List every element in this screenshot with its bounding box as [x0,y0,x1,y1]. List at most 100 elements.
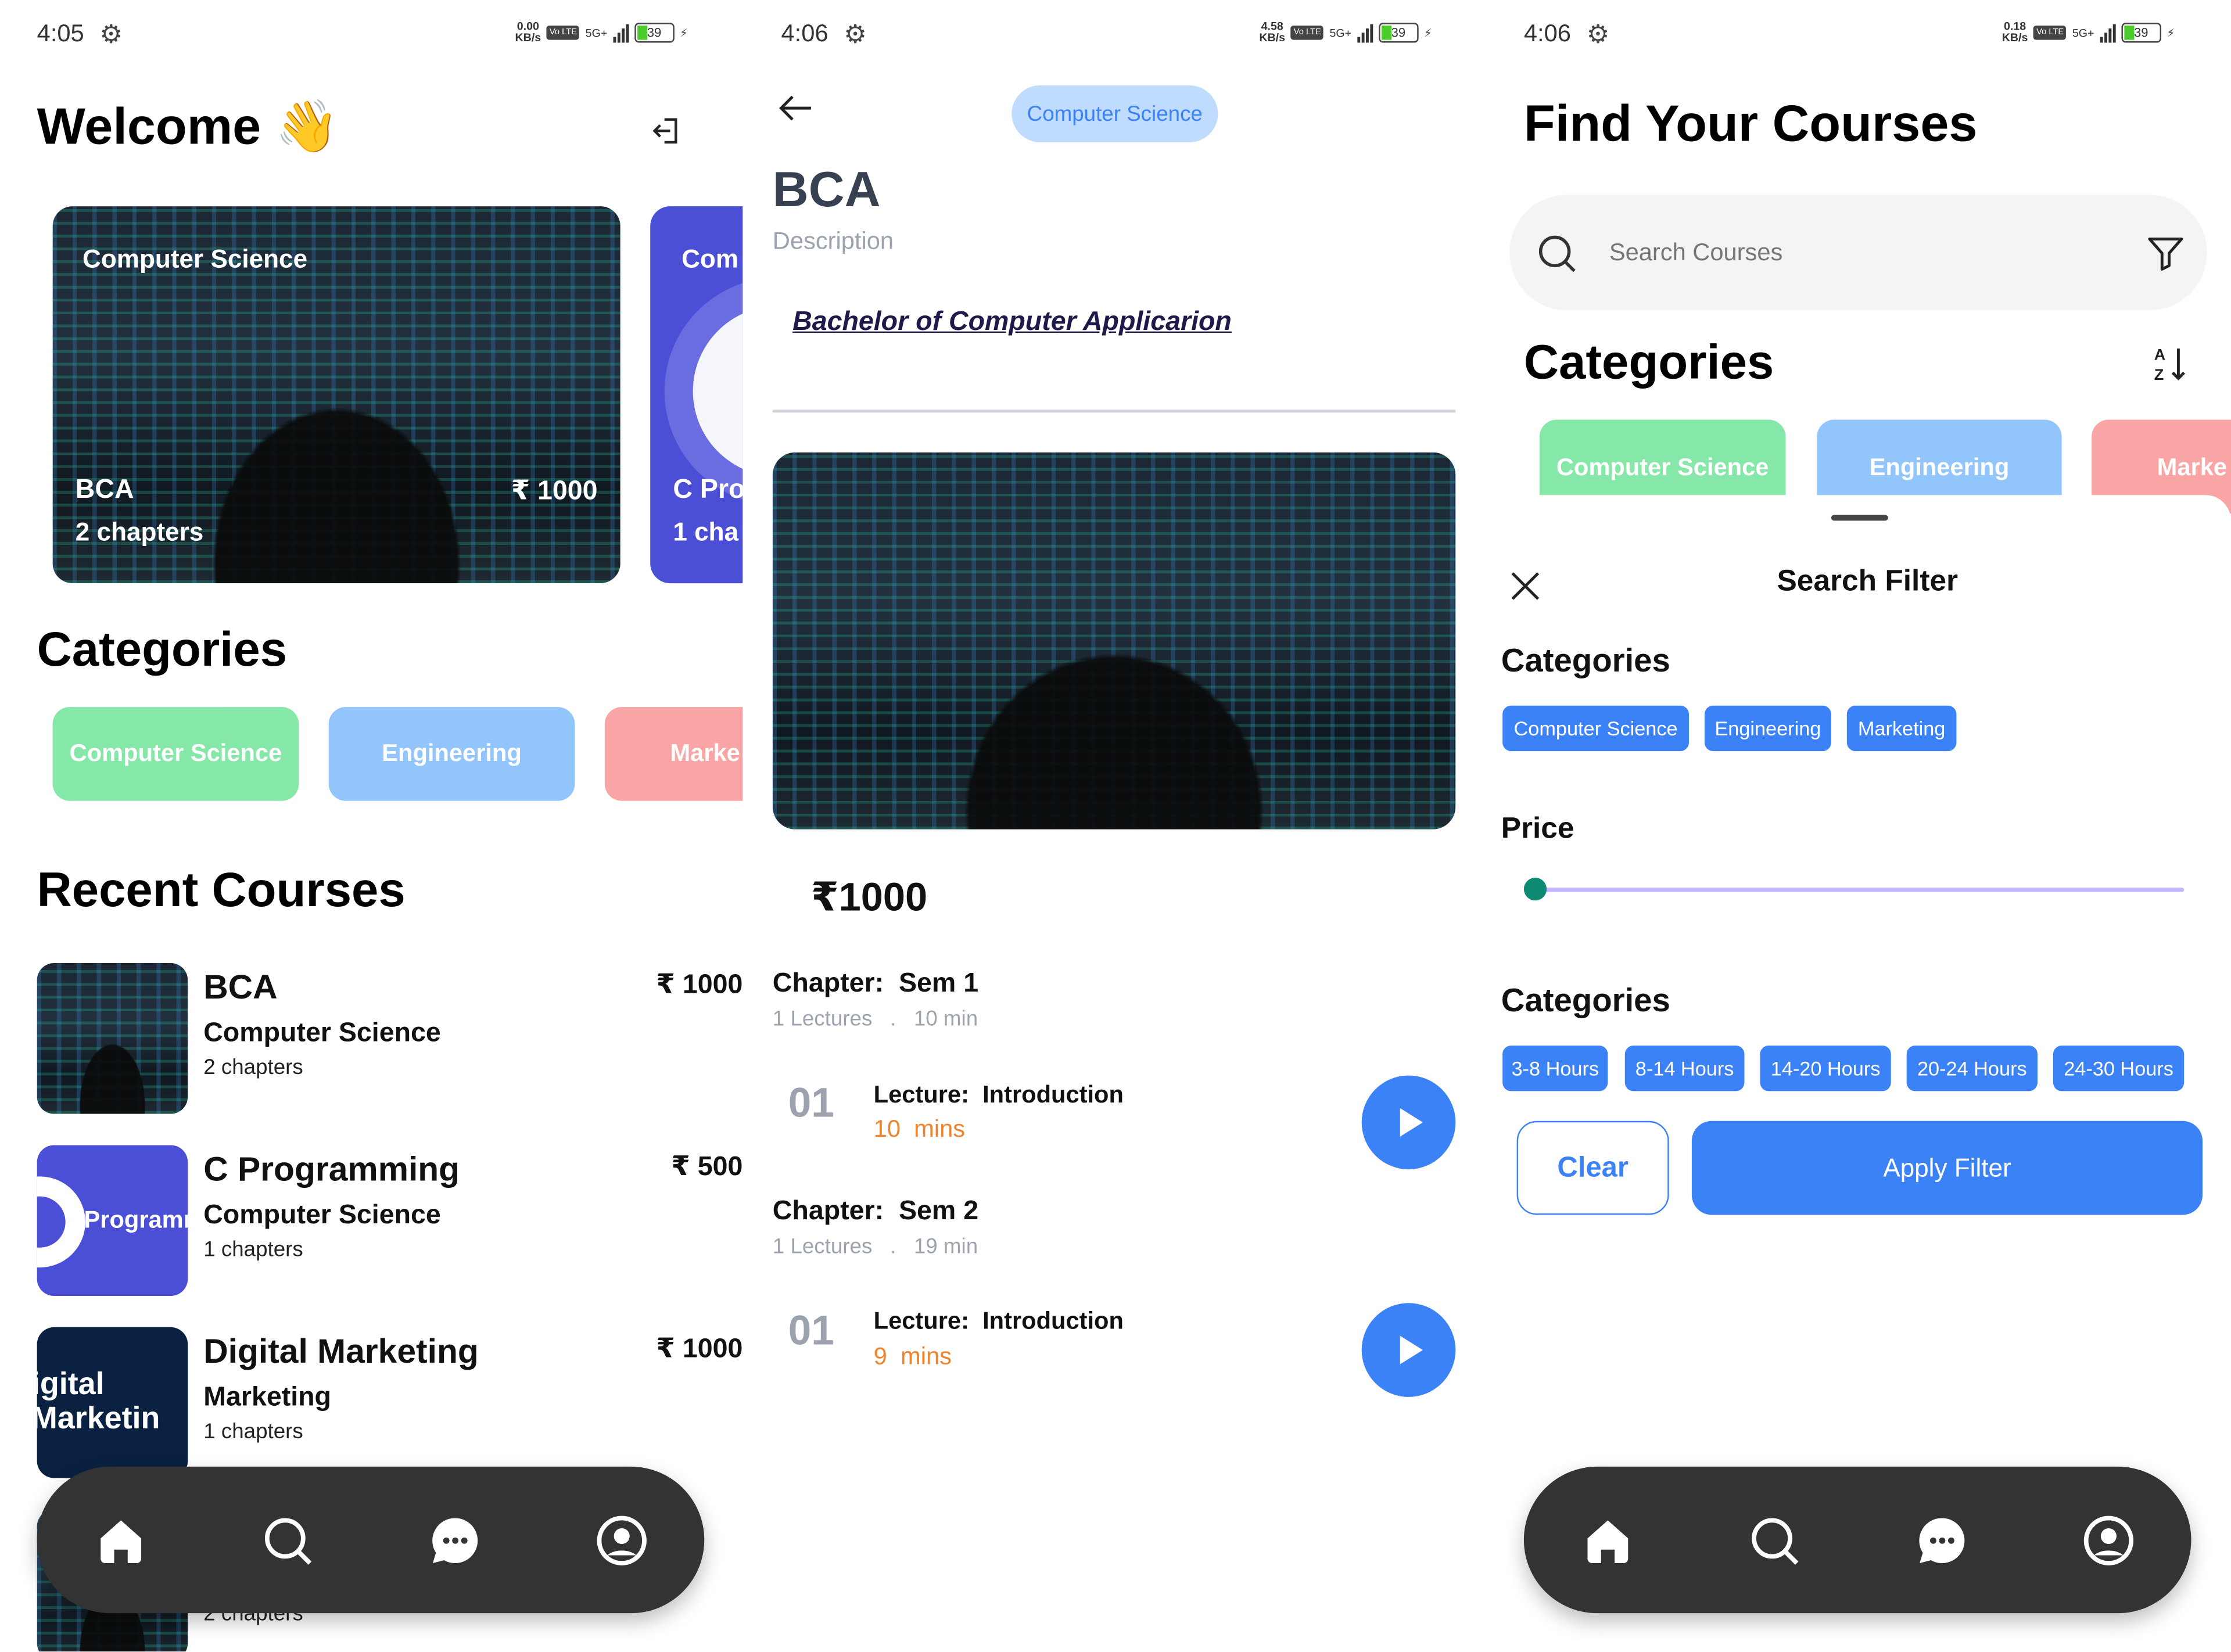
search-icon[interactable] [260,1514,314,1568]
home-icon[interactable] [1581,1514,1635,1568]
status-bar-right: 0.00 KB/s Vo LTE 5G+ 39 ⚡ [515,21,688,44]
description-label: Description [772,227,894,255]
course-title: C Programming [203,1151,460,1190]
battery-level: 39 [2134,26,2148,40]
featured-chapters: 2 chapters [75,518,204,547]
filter-icon[interactable] [2144,232,2187,274]
search-icon[interactable] [1747,1514,1801,1568]
clear-button[interactable]: Clear [1516,1121,1669,1215]
recent-courses-heading: Recent Courses [37,863,406,918]
battery-level: 39 [1391,26,1406,40]
sheet-drag-handle[interactable] [1831,515,1888,521]
course-category: Marketing [203,1382,332,1413]
categories-heading: Categories [1523,335,1774,390]
course-item-digital-marketing[interactable]: igital Marketin Digital Marketing Market… [37,1327,743,1478]
category-chip-engineering[interactable]: Engineering [328,707,575,801]
lecture-number: 01 [788,1081,834,1127]
featured-course-card[interactable]: Computer Science BCA ₹ 1000 2 chapters [52,206,620,584]
svg-text:A: A [2154,346,2165,364]
chapter-meta: 1 Lectures . 19 min [773,1235,978,1259]
welcome-text: Welcome [37,96,261,155]
settings-status-icon: ⚙ [1586,20,1610,49]
home-icon[interactable] [94,1514,148,1568]
wave-icon: 👋 [275,96,339,155]
course-price: ₹ 500 [671,1152,743,1183]
separator: . [890,1007,896,1032]
network-type: 5G+ [2072,26,2094,39]
battery-level: 39 [647,26,662,40]
filter-chip-engineering[interactable]: Engineering [1704,705,1831,752]
screenshot-collage: 4:05 ⚙ 0.00 KB/s Vo LTE 5G+ 39 ⚡ Welcome … [0,0,2231,1652]
battery-icon: 39 [2121,23,2161,43]
hours-chip[interactable]: 24-30 Hours [2053,1046,2185,1091]
hours-chip[interactable]: 8-14 Hours [1624,1046,1745,1091]
course-image [772,452,1456,829]
battery-icon: 39 [634,23,675,43]
lecture-title: Lecture: Introduction [874,1308,1124,1336]
net-speed-unit: KB/s [1259,31,1286,44]
net-speed: 4.58 KB/s [1259,21,1285,44]
volte-icon: Vo LTE [2033,26,2067,40]
course-price: ₹ 1000 [656,1334,743,1364]
price-slider-track[interactable] [1535,888,2185,892]
featured-title: BCA [75,475,134,505]
featured-course-card-2[interactable]: Com C Pro 1 cha [650,206,743,584]
chat-icon[interactable] [1915,1514,1969,1568]
course-item-c-programming[interactable]: Programm C Programming Computer Science … [37,1145,743,1297]
signal-icon [613,23,629,43]
status-time: 4:05 [37,20,84,47]
net-speed-unit: KB/s [515,31,541,44]
search-input[interactable] [1606,223,2125,283]
category-chip-marketing[interactable]: Marke [604,707,743,801]
net-speed: 0.00 KB/s [515,21,541,44]
filter-chip-computer-science[interactable]: Computer Science [1502,705,1689,752]
status-bar-right: 0.18 KB/s Vo LTE 5G+ 39 ⚡ [2002,21,2175,44]
hours-chip[interactable]: 20-24 Hours [1906,1046,2038,1091]
course-item-bca[interactable]: BCA Computer Science 2 chapters ₹ 1000 [37,963,743,1114]
search-screen: 4:06 ⚙ 0.18 KB/s Vo LTE 5G+ 39 ⚡ Find You… [1487,0,2231,1652]
battery-icon: 39 [1378,23,1419,43]
price-slider-thumb[interactable] [1523,878,1547,901]
chapter-title: Chapter: Sem 1 [773,969,978,1000]
chat-icon[interactable] [428,1514,482,1568]
lecture-label: Lecture: [873,1307,969,1335]
charging-icon: ⚡ [1423,26,1432,39]
filter-categories-heading: Categories [1501,641,1670,679]
search-icon [1538,235,1576,272]
course-title: BCA [203,968,278,1007]
volte-icon: Vo LTE [546,26,580,40]
category-pill[interactable]: Computer Science [1012,85,1218,142]
back-arrow-icon[interactable] [777,91,814,125]
lecture-number: 01 [788,1309,834,1355]
categories-heading: Categories [37,623,288,677]
filter-chip-marketing[interactable]: Marketing [1846,705,1957,752]
profile-icon[interactable] [595,1514,649,1568]
play-button[interactable] [1361,1303,1456,1397]
chapter-name: Sem 1 [899,968,979,999]
course-description: Bachelor of Computer Applicarion [792,307,1232,337]
search-bar [1509,195,2207,310]
settings-status-icon: ⚙ [99,20,123,49]
logout-icon[interactable] [650,114,684,148]
course-category: Computer Science [203,1018,441,1048]
hours-chip[interactable]: 14-20 Hours [1760,1046,1891,1091]
course-price: ₹1000 [810,875,928,920]
sort-icon[interactable]: AZ [2153,344,2190,385]
price-heading: Price [1501,812,1574,845]
hours-chip[interactable]: 3-8 Hours [1502,1046,1608,1091]
chapter-duration: 19 min [913,1234,978,1259]
featured-title: C Pro [673,475,743,505]
signal-icon [2100,23,2116,43]
net-speed-unit: KB/s [2002,31,2028,44]
play-button[interactable] [1361,1075,1456,1170]
featured-chapters: 1 cha [673,518,739,547]
chapter-meta: 1 Lectures . 10 min [773,1007,978,1032]
profile-icon[interactable] [2082,1514,2136,1568]
network-type: 5G+ [1329,26,1352,39]
apply-filter-button[interactable]: Apply Filter [1691,1121,2203,1215]
course-chapters: 1 chapters [203,1237,303,1262]
course-thumbnail [37,963,188,1114]
lecture-name: Introduction [982,1081,1124,1108]
chapter-label: Chapter: [772,1196,884,1227]
category-chip-computer-science[interactable]: Computer Science [52,707,299,801]
